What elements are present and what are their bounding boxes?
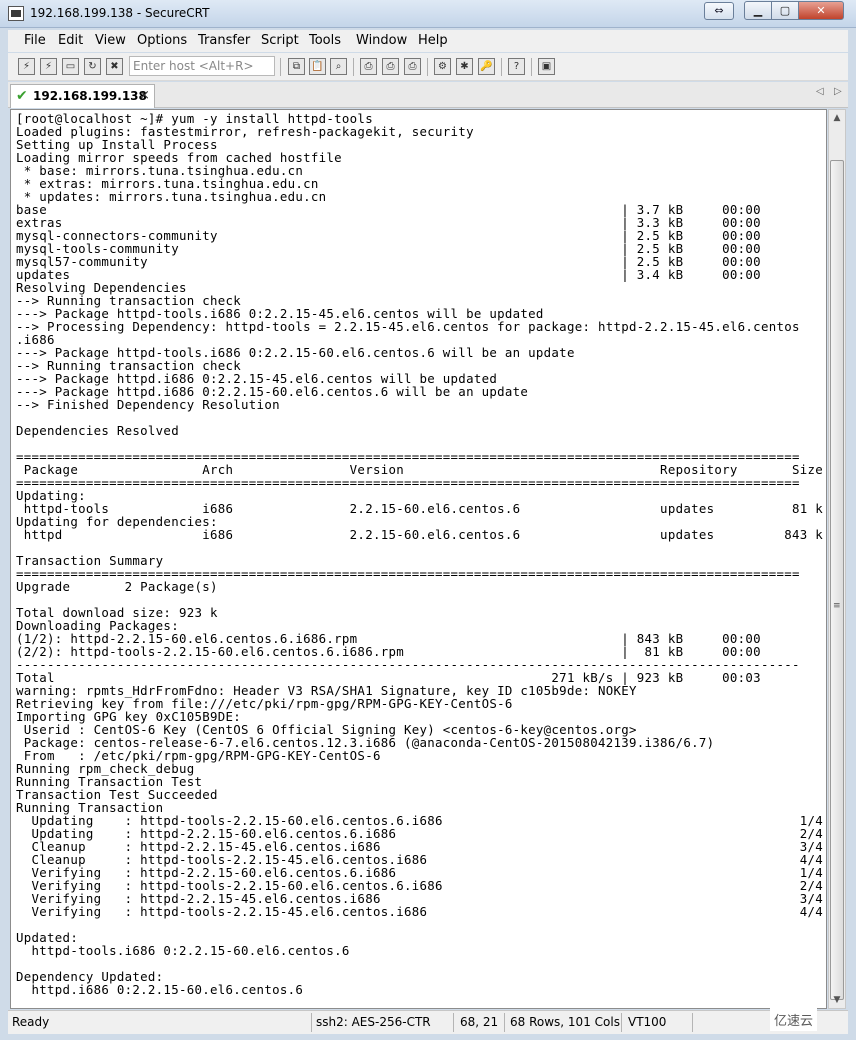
status-separator — [504, 1013, 505, 1032]
terminal-line: Upgrade 2 Package(s) — [16, 579, 218, 594]
grip-icon: ≡ — [833, 601, 841, 611]
tab-next-icon[interactable]: ▷ — [834, 86, 842, 97]
status-bar: Ready ssh2: AES-256-CTR 68, 21 68 Rows, … — [8, 1010, 848, 1034]
find-icon[interactable]: ⌕ — [330, 58, 347, 75]
menu-edit[interactable]: Edit — [58, 33, 83, 48]
print-selection-icon[interactable]: ⎙ — [382, 58, 399, 75]
status-separator — [311, 1013, 312, 1032]
terminal-line: httpd i686 2.2.15-60.el6.centos.6 update… — [16, 527, 824, 542]
toolbar-separator — [427, 58, 428, 76]
host-input[interactable]: Enter host <Alt+R> — [129, 56, 275, 76]
maximize-button[interactable]: ▢ — [771, 1, 799, 20]
keymap-icon[interactable]: 🔑 — [478, 58, 495, 75]
scroll-up-icon[interactable]: ▲ — [829, 110, 845, 126]
menu-script[interactable]: Script — [261, 33, 299, 48]
tab-session[interactable]: ✔ 192.168.199.138 × — [10, 84, 155, 108]
printer-setup-icon[interactable]: ⎙ — [404, 58, 421, 75]
print-icon[interactable]: ⎙ — [360, 58, 377, 75]
connect-icon[interactable]: ⚡ — [18, 58, 35, 75]
tab-close-icon[interactable]: × — [139, 88, 150, 103]
menu-bar: File Edit View Options Transfer Script T… — [8, 30, 848, 52]
status-separator — [621, 1013, 622, 1032]
securecrt-app-icon[interactable] — [8, 6, 24, 21]
connected-check-icon: ✔ — [16, 88, 28, 104]
disconnect-icon[interactable]: ✖ — [106, 58, 123, 75]
status-emulation: VT100 — [628, 1015, 667, 1029]
terminal-line: ========================================… — [16, 475, 800, 490]
status-ready: Ready — [12, 1015, 50, 1029]
menu-transfer[interactable]: Transfer — [198, 33, 250, 48]
status-separator — [453, 1013, 454, 1032]
menu-options[interactable]: Options — [137, 33, 187, 48]
menu-file[interactable]: File — [24, 33, 46, 48]
status-cursor-position: 68, 21 — [460, 1015, 499, 1029]
terminal-line: --> Processing Dependency: httpd-tools =… — [16, 319, 800, 334]
terminal-output: [root@localhost ~]# yum -y install httpd… — [16, 112, 823, 996]
close-button[interactable]: ✕ — [798, 1, 844, 20]
status-terminal-size: 68 Rows, 101 Cols — [510, 1015, 620, 1029]
help-icon[interactable]: ? — [508, 58, 525, 75]
tab-label: 192.168.199.138 — [33, 89, 147, 103]
scroll-down-icon[interactable]: ▼ — [829, 992, 845, 1008]
window-title: 192.168.199.138 - SecureCRT — [30, 6, 210, 20]
paste-icon[interactable]: 📋 — [309, 58, 326, 75]
tab-prev-icon[interactable]: ◁ — [816, 86, 824, 97]
title-bar: 192.168.199.138 - SecureCRT ⇔ ▁ ▢ ✕ — [0, 0, 856, 28]
toolbar-separator — [280, 58, 281, 76]
menu-view[interactable]: View — [95, 33, 126, 48]
quick-connect-icon[interactable]: ⚡ — [40, 58, 57, 75]
terminal-line: --> Finished Dependency Resolution — [16, 397, 280, 412]
terminal-line: httpd-tools.i686 0:2.2.15-60.el6.centos.… — [16, 943, 350, 958]
menu-help[interactable]: Help — [418, 33, 448, 48]
terminal-line: Verifying : httpd-tools-2.2.15-45.el6.ce… — [16, 904, 824, 919]
minimize-button[interactable]: ▁ — [744, 1, 772, 20]
watermark-logo: 亿速云 — [770, 1008, 818, 1031]
vertical-scrollbar[interactable]: ▲ ≡ ▼ — [828, 109, 846, 1009]
toolbar-separator — [353, 58, 354, 76]
menu-window[interactable]: Window — [356, 33, 407, 48]
menu-tools[interactable]: Tools — [309, 33, 341, 48]
status-cipher: ssh2: AES-256-CTR — [316, 1015, 431, 1029]
ime-toggle-icon[interactable]: ⇔ — [704, 2, 734, 20]
scroll-thumb[interactable]: ≡ — [830, 160, 844, 1000]
terminal-line: Dependencies Resolved — [16, 423, 179, 438]
terminal-line: httpd.i686 0:2.2.15-60.el6.centos.6 — [16, 982, 304, 997]
copy-icon[interactable]: ⧉ — [288, 58, 305, 75]
toolbar: ⚡ ⚡ ▭ ↻ ✖ Enter host <Alt+R> ⧉ 📋 ⌕ ⎙ ⎙ ⎙… — [8, 53, 848, 81]
reconnect-icon[interactable]: ↻ — [84, 58, 101, 75]
connect-in-tab-icon[interactable]: ▭ — [62, 58, 79, 75]
session-tab-bar: ✔ 192.168.199.138 × ◁ ▷ — [8, 82, 848, 108]
toolbar-separator — [501, 58, 502, 76]
global-options-icon[interactable]: ✱ — [456, 58, 473, 75]
status-separator — [692, 1013, 693, 1032]
sftp-icon[interactable]: ▣ — [538, 58, 555, 75]
toolbar-separator — [531, 58, 532, 76]
session-options-icon[interactable]: ⚙ — [434, 58, 451, 75]
terminal-screen[interactable]: [root@localhost ~]# yum -y install httpd… — [10, 109, 827, 1009]
